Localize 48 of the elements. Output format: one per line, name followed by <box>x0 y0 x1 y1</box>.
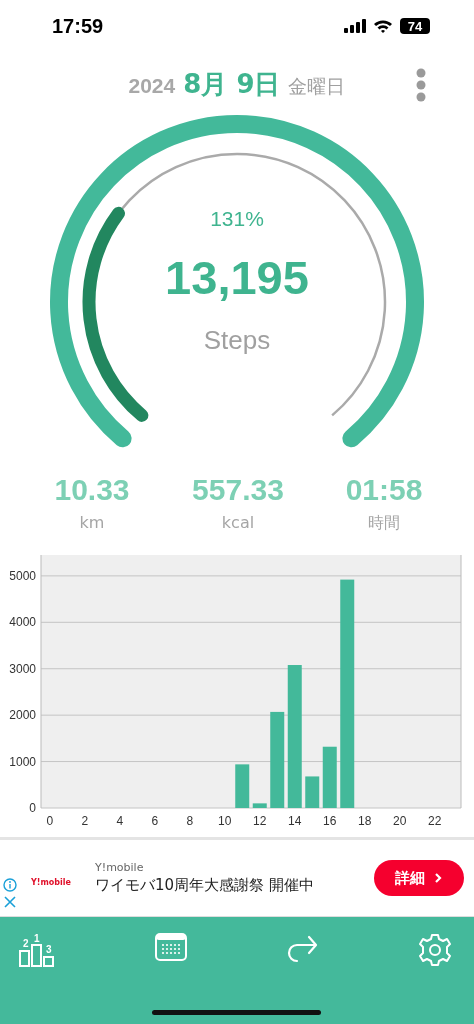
ad-logo: Y!mobile <box>31 877 72 887</box>
more-icon[interactable] <box>416 68 426 102</box>
y-tick-label: 3000 <box>9 661 36 676</box>
step-count: 13,195 <box>165 250 309 305</box>
close-icon[interactable] <box>3 894 17 909</box>
stat-value: 557.33 <box>192 473 284 507</box>
x-tick-label: 16 <box>323 814 337 828</box>
y-tick-label: 0 <box>29 801 36 815</box>
chevron-icon <box>433 872 443 884</box>
stat-value: 10.33 <box>54 473 130 507</box>
stat-value: 01:58 <box>345 473 423 507</box>
date-label: 8月 9日 <box>183 67 281 101</box>
bar <box>235 764 250 808</box>
x-tick-label: 0 <box>46 814 54 828</box>
ad-headline: ワイモバ10周年大感謝祭 開催中 <box>95 876 315 895</box>
x-tick-label: 6 <box>151 814 159 828</box>
y-tick-label: 4000 <box>9 615 36 630</box>
x-tick-label: 20 <box>393 814 407 828</box>
weekday-label: 金曜日 <box>288 73 346 99</box>
bar <box>305 776 320 808</box>
steps-label: Steps <box>203 325 271 356</box>
x-tick-label: 4 <box>116 814 124 828</box>
status-time: 17:59 <box>52 14 104 38</box>
x-tick-label: 12 <box>253 814 267 828</box>
stat-label: kcal <box>221 513 255 532</box>
x-tick-label: 22 <box>428 814 442 828</box>
x-tick-label: 8 <box>186 814 194 828</box>
settings-icon[interactable] <box>418 933 452 967</box>
year-label: 2024 <box>128 73 176 98</box>
wifi-icon <box>373 19 393 33</box>
y-tick-label: 1000 <box>9 754 36 769</box>
x-tick-label: 10 <box>218 814 232 828</box>
stat-label: 時間 <box>368 513 400 534</box>
calendar-icon[interactable] <box>155 933 188 961</box>
details-button[interactable]: 詳細 <box>374 860 464 896</box>
y-tick-label: 2000 <box>9 708 36 723</box>
battery-icon: 74 <box>400 18 430 34</box>
share-icon[interactable] <box>286 933 319 963</box>
x-tick-label: 14 <box>288 814 302 828</box>
bar <box>252 803 267 808</box>
x-tick-label: 2 <box>81 814 89 828</box>
signal-icon <box>344 19 366 33</box>
goal-percent: 131% <box>210 207 264 231</box>
x-tick-label: 18 <box>358 814 372 828</box>
advertiser-name: Y!mobile <box>95 861 145 874</box>
y-tick-label: 5000 <box>9 568 36 583</box>
info-icon[interactable] <box>3 877 17 892</box>
stat-label: km <box>79 513 105 532</box>
